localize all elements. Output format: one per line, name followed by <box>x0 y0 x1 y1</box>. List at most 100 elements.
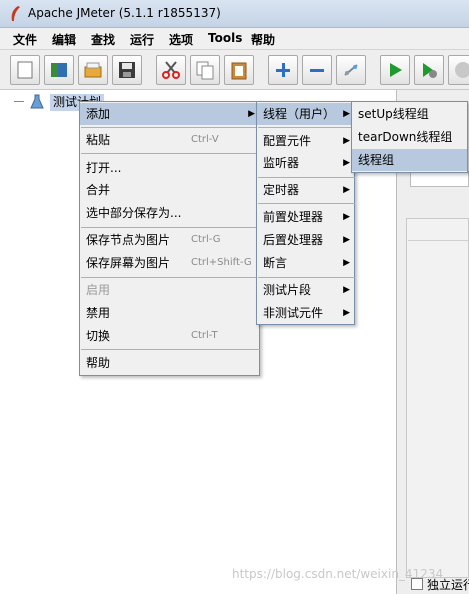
menu-file[interactable]: 文件 <box>13 31 37 48</box>
menu-item-label: 保存节点为图片 <box>86 233 171 247</box>
menu-separator <box>258 127 355 128</box>
menu-item-teardown-thread-group[interactable]: tearDown线程组 <box>352 126 467 148</box>
menu-separator <box>81 349 260 350</box>
collapse-icon <box>310 69 324 72</box>
submenu-arrow-icon: ▶ <box>343 285 350 295</box>
save-button[interactable] <box>112 55 142 85</box>
menu-separator <box>81 277 260 278</box>
menu-item-config-element[interactable]: 配置元件 ▶ <box>257 130 354 152</box>
menu-help[interactable]: 帮助 <box>251 31 275 48</box>
menu-item-timer[interactable]: 定时器 ▶ <box>257 179 354 201</box>
menu-item-thread-group[interactable]: 线程组 <box>352 149 467 171</box>
right-text-field[interactable] <box>410 171 469 187</box>
new-file-icon <box>17 61 33 79</box>
menu-item-post-processor[interactable]: 后置处理器 ▶ <box>257 229 354 251</box>
menu-edit[interactable]: 编辑 <box>52 31 76 48</box>
collapse-all-button[interactable] <box>302 55 332 85</box>
toggle-button[interactable] <box>336 55 366 85</box>
jmeter-feather-icon <box>11 6 20 21</box>
menu-item-label: 启用 <box>86 283 111 297</box>
menu-item-help[interactable]: 帮助 <box>80 352 259 374</box>
templates-icon <box>51 63 67 77</box>
submenu-arrow-icon: ▶ <box>343 109 350 119</box>
menu-item-save-node-image[interactable]: 保存节点为图片 Ctrl-G <box>80 229 259 251</box>
menu-item-pre-processor[interactable]: 前置处理器 ▶ <box>257 206 354 228</box>
menu-item-label: 前置处理器 <box>263 210 324 224</box>
menu-item-label: 切换 <box>86 329 111 343</box>
menu-item-toggle[interactable]: 切换 Ctrl-T <box>80 325 259 347</box>
menu-separator <box>258 277 355 278</box>
open-folder-icon <box>84 62 102 78</box>
menu-item-label: 粘贴 <box>86 133 111 147</box>
start-button[interactable] <box>380 55 410 85</box>
stop-button[interactable] <box>448 55 469 85</box>
submenu-arrow-icon: ▶ <box>343 158 350 168</box>
menu-item-shortcut: Ctrl+Shift-G <box>191 257 252 268</box>
submenu-arrow-icon: ▶ <box>343 185 350 195</box>
menu-run[interactable]: 运行 <box>130 31 154 48</box>
start-icon <box>390 63 402 77</box>
right-divider <box>408 240 469 241</box>
menu-item-assertion[interactable]: 断言 ▶ <box>257 252 354 274</box>
menu-bar: 文件 编辑 查找 运行 选项 Tools 帮助 <box>0 28 469 50</box>
submenu-arrow-icon: ▶ <box>343 308 350 318</box>
menu-item-label: 禁用 <box>86 306 111 320</box>
menu-separator <box>258 203 355 204</box>
add-submenu: 线程（用户） ▶ 配置元件 ▶ 监听器 ▶ 定时器 ▶ 前置处理器 ▶ 后置处理… <box>256 101 355 325</box>
menu-item-label: 帮助 <box>86 356 111 370</box>
menu-item-label: 配置元件 <box>263 134 312 148</box>
menu-search[interactable]: 查找 <box>91 31 115 48</box>
menu-item-disable[interactable]: 禁用 <box>80 302 259 324</box>
templates-button[interactable] <box>44 55 74 85</box>
expand-all-button[interactable] <box>268 55 298 85</box>
tree-expander[interactable] <box>14 101 24 102</box>
submenu-arrow-icon: ▶ <box>343 212 350 222</box>
cut-button[interactable] <box>156 55 186 85</box>
menu-item-threads[interactable]: 线程（用户） ▶ <box>257 103 354 125</box>
start-no-pauses-button[interactable] <box>414 55 444 85</box>
menu-item-merge[interactable]: 合并 <box>80 179 259 201</box>
menu-item-setup-thread-group[interactable]: setUp线程组 <box>352 103 467 125</box>
menu-item-test-fragment[interactable]: 测试片段 ▶ <box>257 279 354 301</box>
menu-item-non-test-element[interactable]: 非测试元件 ▶ <box>257 302 354 324</box>
menu-item-add[interactable]: 添加 ▶ <box>80 103 259 125</box>
expand-icon <box>276 63 290 77</box>
menu-separator <box>81 153 260 154</box>
threads-submenu: setUp线程组 tearDown线程组 线程组 <box>351 101 468 173</box>
menu-item-label: 线程组 <box>358 153 395 167</box>
context-menu: 添加 ▶ 粘贴 Ctrl-V 打开... 合并 选中部分保存为... 保存节点为… <box>79 101 260 376</box>
right-table-area <box>406 218 469 578</box>
toggle-icon <box>344 64 358 76</box>
menu-item-save-screen-image[interactable]: 保存屏幕为图片 Ctrl+Shift-G <box>80 252 259 274</box>
menu-item-label: 打开... <box>86 161 122 175</box>
menu-tools[interactable]: Tools <box>208 31 242 45</box>
new-button[interactable] <box>10 55 40 85</box>
menu-separator <box>258 177 355 178</box>
menu-item-label: 断言 <box>263 256 288 270</box>
stop-icon <box>455 62 469 78</box>
menu-item-label: 保存屏幕为图片 <box>86 256 171 270</box>
window-title: Apache JMeter (5.1.1 r1855137) <box>28 6 221 20</box>
paste-icon <box>231 62 247 80</box>
menu-item-enable: 启用 <box>80 279 259 301</box>
menu-options[interactable]: 选项 <box>169 31 193 48</box>
menu-item-shortcut: Ctrl-T <box>191 330 218 341</box>
submenu-arrow-icon: ▶ <box>343 235 350 245</box>
menu-separator <box>81 127 260 128</box>
copy-icon <box>196 61 214 80</box>
menu-item-paste[interactable]: 粘贴 Ctrl-V <box>80 129 259 151</box>
open-button[interactable] <box>78 55 108 85</box>
paste-button[interactable] <box>224 55 254 85</box>
menu-item-label: 定时器 <box>263 183 300 197</box>
menu-item-label: 监听器 <box>263 156 300 170</box>
menu-item-label: 测试片段 <box>263 283 312 297</box>
menu-item-open[interactable]: 打开... <box>80 157 259 179</box>
menu-item-listener[interactable]: 监听器 ▶ <box>257 152 354 174</box>
submenu-arrow-icon: ▶ <box>343 136 350 146</box>
menu-item-save-selection[interactable]: 选中部分保存为... <box>80 202 259 224</box>
menu-item-label: 后置处理器 <box>263 233 324 247</box>
copy-button[interactable] <box>190 55 220 85</box>
start-no-pauses-icon <box>423 63 437 78</box>
menu-item-label: 添加 <box>86 107 111 121</box>
title-bar: Apache JMeter (5.1.1 r1855137) <box>0 0 469 28</box>
